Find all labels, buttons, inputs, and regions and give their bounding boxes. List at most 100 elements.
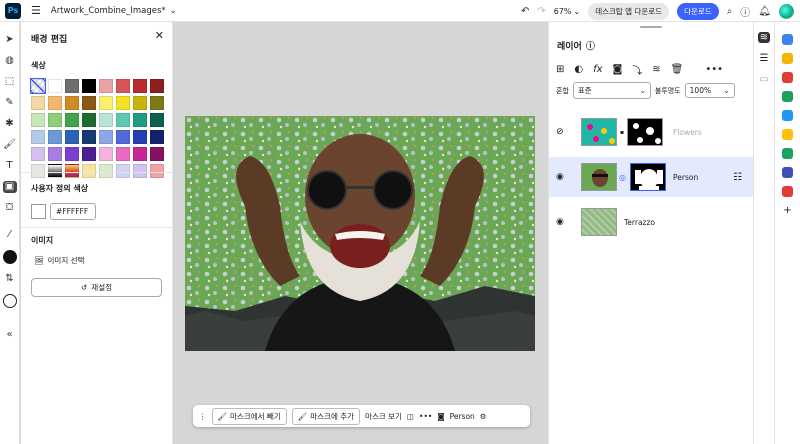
color-swatch[interactable] xyxy=(31,113,45,127)
visibility-icon[interactable]: ◉ xyxy=(556,172,564,182)
layer-item[interactable]: ⊘ ▪ Flowers xyxy=(549,112,754,152)
swap-colors-icon[interactable]: ⇅ xyxy=(5,273,13,285)
help-icon[interactable]: ⓘ xyxy=(740,4,750,19)
color-swatch[interactable] xyxy=(82,130,96,144)
color-swatch[interactable] xyxy=(99,130,113,144)
color-swatch[interactable] xyxy=(48,96,62,110)
color-swatch[interactable] xyxy=(116,164,130,178)
color-swatch[interactable] xyxy=(133,113,147,127)
color-swatch[interactable] xyxy=(133,147,147,161)
view-mask-button[interactable]: 마스크 보기 xyxy=(365,411,402,422)
add-layer-icon[interactable]: ⊞ xyxy=(556,64,564,75)
fx-icon[interactable]: fx xyxy=(593,64,602,75)
color-swatch[interactable] xyxy=(150,113,164,127)
color-swatch[interactable] xyxy=(65,130,79,144)
app-icon[interactable] xyxy=(782,167,793,178)
layers-icon[interactable]: ≋ xyxy=(757,32,771,43)
delete-icon[interactable]: 🗑︎ xyxy=(671,64,684,75)
add-to-mask-button[interactable]: 🖌︎ 마스크에 추가 xyxy=(291,407,361,425)
custom-color-swatch[interactable] xyxy=(31,204,46,219)
select-subject-icon[interactable]: ⬚ xyxy=(5,76,14,88)
color-swatch[interactable] xyxy=(116,79,130,93)
visibility-icon[interactable]: ◉ xyxy=(556,217,564,227)
color-swatch[interactable] xyxy=(99,164,113,178)
add-icon[interactable]: + xyxy=(783,205,791,216)
color-swatch[interactable] xyxy=(48,147,62,161)
color-swatch[interactable] xyxy=(30,78,46,94)
color-swatch[interactable] xyxy=(133,79,147,93)
quick-action-icon[interactable]: ✱ xyxy=(5,118,13,130)
color-swatch[interactable] xyxy=(82,113,96,127)
color-swatch[interactable] xyxy=(82,147,96,161)
app-icon[interactable] xyxy=(782,110,793,121)
color-swatch[interactable] xyxy=(31,96,45,110)
settings-icon[interactable]: ⚙︎ xyxy=(480,412,487,421)
layer-item[interactable]: ◉ Terrazzo xyxy=(549,202,754,242)
eyedropper-icon[interactable]: ⁄ xyxy=(9,229,11,241)
collapse-icon[interactable]: « xyxy=(6,329,12,341)
color-swatch[interactable] xyxy=(116,147,130,161)
app-icon[interactable] xyxy=(782,34,793,45)
color-swatch[interactable] xyxy=(99,79,113,93)
color-swatch[interactable] xyxy=(65,164,79,178)
color-swatch[interactable] xyxy=(65,79,79,93)
color-swatch[interactable] xyxy=(133,130,147,144)
app-icon[interactable] xyxy=(782,148,793,159)
color-swatch[interactable] xyxy=(48,164,62,178)
select-image-button[interactable]: 🖼︎ 이미지 선택 xyxy=(34,255,84,266)
notification-icon[interactable]: 🔔︎ xyxy=(758,6,771,17)
reset-button[interactable]: ↺ 재설정 xyxy=(31,278,162,297)
color-swatch[interactable] xyxy=(65,113,79,127)
hex-input[interactable]: #FFFFFF xyxy=(50,203,96,220)
brush-icon[interactable]: 🖌︎ xyxy=(3,139,16,151)
undo-icon[interactable]: ↶ xyxy=(521,6,529,17)
invert-mask-icon[interactable]: ◫ xyxy=(407,412,414,421)
canvas-image[interactable] xyxy=(185,116,535,351)
color-swatch[interactable] xyxy=(31,147,45,161)
color-swatch[interactable] xyxy=(133,164,147,178)
foreground-color-swatch[interactable] xyxy=(2,250,17,264)
color-swatch[interactable] xyxy=(116,130,130,144)
subtract-from-mask-button[interactable]: 🖌︎ 마스크에서 빼기 xyxy=(211,407,287,425)
download-desktop-button[interactable]: 데스크탑 앱 다운로드 xyxy=(588,2,670,20)
color-swatch[interactable] xyxy=(82,79,96,93)
chevron-down-icon[interactable]: ⌄ xyxy=(170,6,177,15)
visibility-off-icon[interactable]: ⊘ xyxy=(556,127,564,137)
mask-thumbnail[interactable] xyxy=(630,163,666,191)
panel-grip[interactable] xyxy=(640,26,662,28)
app-icon[interactable] xyxy=(782,129,793,140)
color-swatch[interactable] xyxy=(48,79,62,93)
app-icon[interactable] xyxy=(782,53,793,64)
text-icon[interactable]: T xyxy=(6,160,12,172)
color-swatch[interactable] xyxy=(150,130,164,144)
background-icon[interactable]: ▣ xyxy=(2,181,17,193)
color-swatch[interactable] xyxy=(31,130,45,144)
mask-icon[interactable]: ◙ xyxy=(613,64,623,75)
close-icon[interactable]: ✕ xyxy=(155,29,164,42)
color-swatch[interactable] xyxy=(150,147,164,161)
stack-icon[interactable]: ≋ xyxy=(652,64,660,75)
zoom-dropdown[interactable]: 67% ⌄ xyxy=(554,7,580,16)
info-icon[interactable]: ⓘ xyxy=(586,39,595,52)
drag-handle-icon[interactable]: ⋮ xyxy=(199,412,207,421)
background-color-swatch[interactable] xyxy=(2,294,17,308)
lasso-icon[interactable]: ◍ xyxy=(5,55,14,67)
link-icon[interactable]: ▪ xyxy=(620,129,624,136)
color-swatch[interactable] xyxy=(65,147,79,161)
avatar[interactable] xyxy=(779,3,794,19)
color-swatch[interactable] xyxy=(116,96,130,110)
menu-icon[interactable]: ☰ xyxy=(31,4,41,17)
move-icon[interactable]: ➤ xyxy=(5,34,13,46)
color-swatch[interactable] xyxy=(150,164,164,178)
app-icon[interactable] xyxy=(782,91,793,102)
comments-icon[interactable]: ▭ xyxy=(759,74,768,85)
mask-link-icon[interactable]: ◎ xyxy=(619,173,626,182)
color-swatch[interactable] xyxy=(48,113,62,127)
color-swatch[interactable] xyxy=(116,113,130,127)
color-swatch[interactable] xyxy=(82,164,96,178)
download-button[interactable]: 다운로드 xyxy=(677,2,719,20)
color-swatch[interactable] xyxy=(99,96,113,110)
opacity-field[interactable]: 100% ⌄ xyxy=(684,83,735,98)
stamp-icon[interactable]: ⛋ xyxy=(6,202,14,214)
mask-thumbnail[interactable] xyxy=(627,118,663,146)
